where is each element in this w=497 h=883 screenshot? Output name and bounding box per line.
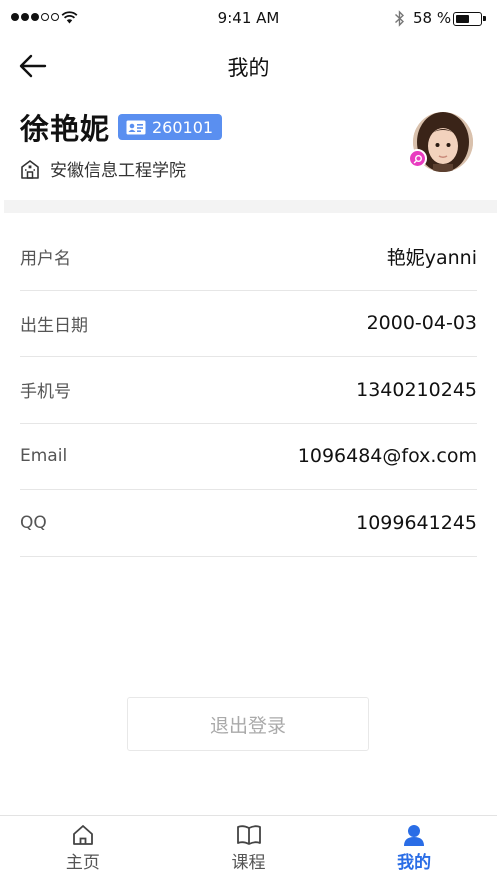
tab-mine[interactable]: 我的 bbox=[331, 816, 497, 883]
info-label: 手机号 bbox=[20, 382, 71, 403]
school-row: 安徽信息工程学院 bbox=[20, 156, 186, 181]
info-row-birthday[interactable]: 出生日期 2000-04-03 bbox=[20, 291, 477, 357]
info-value: 艳妮yanni bbox=[386, 247, 477, 270]
info-row-phone[interactable]: 手机号 1340210245 bbox=[20, 357, 477, 424]
info-row-qq[interactable]: QQ 1099641245 bbox=[20, 490, 477, 557]
battery-percentage: 58 % bbox=[413, 9, 452, 27]
bluetooth-icon bbox=[395, 10, 405, 27]
info-value: 1340210245 bbox=[356, 378, 477, 401]
home-icon bbox=[72, 825, 93, 845]
search-icon bbox=[413, 154, 422, 163]
student-id-number: 260101 bbox=[152, 117, 214, 137]
info-label: QQ bbox=[20, 512, 47, 533]
battery-icon bbox=[453, 12, 486, 26]
info-label: Email bbox=[20, 446, 68, 467]
info-value: 1096484@fox.com bbox=[297, 445, 477, 468]
info-label: 出生日期 bbox=[20, 315, 88, 336]
tab-bar: 主页 课程 我的 bbox=[0, 815, 497, 883]
tab-label: 课程 bbox=[231, 853, 266, 873]
school-building-icon bbox=[21, 159, 39, 179]
info-value: 2000-04-03 bbox=[366, 312, 477, 335]
tab-home[interactable]: 主页 bbox=[0, 816, 166, 883]
info-value: 1099641245 bbox=[356, 511, 477, 534]
info-row-username[interactable]: 用户名 艳妮yanni bbox=[20, 224, 477, 291]
tab-label: 主页 bbox=[65, 853, 100, 873]
book-icon bbox=[236, 825, 261, 845]
status-bar: 9:41 AM 58 % bbox=[0, 0, 497, 38]
info-row-email[interactable]: Email 1096484@fox.com bbox=[20, 424, 477, 490]
info-label: 用户名 bbox=[20, 249, 71, 270]
school-name: 安徽信息工程学院 bbox=[50, 161, 186, 181]
user-icon bbox=[404, 825, 425, 846]
logout-button[interactable]: 退出登录 bbox=[127, 697, 369, 751]
section-divider bbox=[4, 200, 497, 213]
tab-courses[interactable]: 课程 bbox=[166, 816, 332, 883]
user-info-list: 用户名 艳妮yanni 出生日期 2000-04-03 手机号 13402102… bbox=[20, 224, 477, 557]
student-id-badge: 260101 bbox=[118, 114, 223, 140]
avatar-edit-badge[interactable] bbox=[408, 149, 427, 168]
page-title: 我的 bbox=[227, 56, 270, 80]
user-name: 徐艳妮 bbox=[20, 112, 111, 146]
id-card-icon bbox=[126, 120, 146, 134]
tab-label: 我的 bbox=[397, 853, 432, 873]
